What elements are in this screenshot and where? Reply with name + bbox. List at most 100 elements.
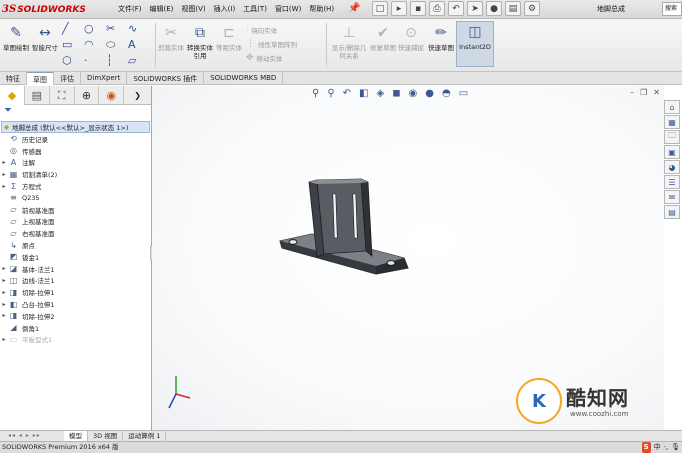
- tab-scroll-arrows-icon[interactable]: ◂◂ ◂ ▸ ▸▸: [8, 432, 60, 441]
- expand-arrow-icon[interactable]: ▸: [0, 159, 8, 166]
- text-icon[interactable]: A: [128, 38, 150, 51]
- display-relations-button[interactable]: ⊥ 显示/删除几何关系: [330, 23, 368, 60]
- menu-help[interactable]: 帮助(H): [305, 4, 338, 14]
- tree-item[interactable]: ▸ ◨ 切除-拉伸1: [0, 286, 151, 298]
- file-explorer-icon[interactable]: 🗀: [664, 130, 680, 144]
- rebuild-icon[interactable]: ●: [486, 1, 502, 16]
- new-icon[interactable]: □: [372, 1, 388, 16]
- expand-arrow-icon[interactable]: ▸: [0, 336, 8, 343]
- display-manager-tab-icon[interactable]: ◉: [99, 86, 125, 105]
- expand-arrow-icon[interactable]: ▸: [0, 277, 8, 284]
- tree-item[interactable]: ⟲ 历史记录: [0, 133, 151, 145]
- tab-motion-study[interactable]: 运动算例 1: [123, 431, 167, 441]
- expand-arrow-icon[interactable]: ▸: [0, 265, 8, 272]
- tree-item[interactable]: ◎ 传感器: [0, 145, 151, 157]
- tree-item[interactable]: ▸ ▦ 切割清单(2): [0, 168, 151, 180]
- ime-logo-icon[interactable]: S: [641, 442, 651, 453]
- menu-view[interactable]: 视图(V): [177, 4, 209, 14]
- tree-item[interactable]: ▸ ◫ 边线-法兰1: [0, 275, 151, 287]
- tab-evaluate[interactable]: 评估: [54, 72, 81, 85]
- tab-dimxpert[interactable]: DimXpert: [81, 72, 128, 85]
- menu-insert[interactable]: 插入(I): [210, 4, 240, 14]
- tree-item[interactable]: ▱ 前视基准面: [0, 204, 151, 216]
- expand-arrow-icon[interactable]: ▸: [0, 289, 8, 296]
- feature-manager-tab-icon[interactable]: ◆: [0, 86, 25, 105]
- custom-properties-icon[interactable]: ☰: [664, 175, 680, 189]
- menu-tools[interactable]: 工具(T): [239, 4, 271, 14]
- expand-arrow-icon[interactable]: ▸: [0, 183, 8, 190]
- tab-features[interactable]: 特征: [0, 72, 27, 85]
- panel-expand-arrow-icon[interactable]: ❯: [124, 86, 151, 105]
- design-library-icon[interactable]: ▦: [664, 115, 680, 129]
- file-properties-icon[interactable]: ▤: [505, 1, 521, 16]
- trim-entities-button[interactable]: ✂ 剪裁实体: [158, 23, 184, 52]
- options-icon[interactable]: ⚙: [524, 1, 540, 16]
- expand-arrow-icon[interactable]: ▸: [0, 312, 8, 319]
- ime-language[interactable]: 中: [654, 442, 661, 453]
- trim-icon[interactable]: ✂: [106, 22, 128, 35]
- search-input[interactable]: 搜索: [662, 2, 682, 16]
- filter-icon[interactable]: ⏷: [0, 105, 151, 119]
- tree-item[interactable]: ▸ ▭ 平板型式1: [0, 334, 151, 346]
- expand-arrow-icon[interactable]: ▸: [0, 301, 8, 308]
- appearances-icon[interactable]: ◕: [664, 160, 680, 174]
- save-icon[interactable]: ▪: [410, 1, 426, 16]
- view-palette-icon[interactable]: ▣: [664, 145, 680, 159]
- menu-edit[interactable]: 编辑(E): [146, 4, 178, 14]
- tree-item[interactable]: ▸ ◧ 凸台-拉伸1: [0, 298, 151, 310]
- select-icon[interactable]: ➤: [467, 1, 483, 16]
- convert-entities-button[interactable]: ⧉ 转换实体引用: [186, 23, 214, 60]
- tab-addins[interactable]: SOLIDWORKS 插件: [127, 72, 205, 85]
- centerline-icon[interactable]: ┆: [106, 54, 128, 67]
- app-logo[interactable]: 3S SOLIDWORKS: [2, 3, 86, 16]
- tab-mbd[interactable]: SOLIDWORKS MBD: [204, 72, 284, 85]
- tree-item[interactable]: ▸ Σ 方程式: [0, 180, 151, 192]
- tree-item[interactable]: ◢ 倒角1: [0, 322, 151, 334]
- ellipse-icon[interactable]: ⬭: [106, 38, 128, 51]
- tree-root-part[interactable]: ◆ 地脚总成 (默认<<默认>_显示状态 1>): [1, 121, 150, 133]
- tree-item[interactable]: ≡ Q235: [0, 192, 151, 204]
- offset-entities-button[interactable]: ⊏ 等距实体: [216, 23, 242, 52]
- undo-icon[interactable]: ↶: [448, 1, 464, 16]
- configuration-manager-tab-icon[interactable]: ⛶: [50, 86, 75, 105]
- linear-pattern-button[interactable]: ⋮ 线性草图阵列: [246, 39, 297, 49]
- toolbox-icon[interactable]: ▤: [664, 205, 680, 219]
- quick-snaps-button[interactable]: ⊙ 快速捕捉: [398, 23, 424, 52]
- polygon-icon[interactable]: ⬡: [62, 54, 84, 67]
- open-icon[interactable]: ▸: [391, 1, 407, 16]
- plane-icon[interactable]: ▱: [128, 54, 150, 67]
- move-entities-button[interactable]: ✥ 移动实体: [246, 53, 283, 63]
- tree-item[interactable]: ▱ 上视基准面: [0, 216, 151, 228]
- tree-item[interactable]: ▱ 右视基准面: [0, 227, 151, 239]
- rapid-sketch-button[interactable]: ✏ 快速草图: [427, 23, 455, 52]
- resources-icon[interactable]: ⌂: [664, 100, 680, 114]
- mirror-entities-button[interactable]: ⫶ 镜向实体: [246, 25, 277, 35]
- line-icon[interactable]: ╱: [62, 22, 84, 35]
- tree-item[interactable]: ◩ 钣金1: [0, 251, 151, 263]
- dimxpert-manager-tab-icon[interactable]: ⊕: [75, 86, 100, 105]
- smart-dimension-button[interactable]: ↔ 智能尺寸: [32, 23, 58, 52]
- sketch-button[interactable]: ✎ 草图绘制: [3, 23, 29, 52]
- tab-model[interactable]: 模型: [64, 431, 88, 441]
- arc-icon[interactable]: ◠: [84, 38, 106, 51]
- tab-3d-views[interactable]: 3D 视图: [88, 431, 124, 441]
- print-icon[interactable]: ⎙: [429, 1, 445, 16]
- property-manager-tab-icon[interactable]: ▤: [25, 86, 50, 105]
- spline-icon[interactable]: ∿: [128, 22, 150, 35]
- tab-sketch[interactable]: 草图: [27, 72, 54, 85]
- expand-arrow-icon[interactable]: ▸: [0, 171, 8, 178]
- tree-item[interactable]: ▸ ◨ 切除-拉伸2: [0, 310, 151, 322]
- microphone-icon[interactable]: 🎙: [671, 442, 680, 453]
- tree-item[interactable]: ↳ 原点: [0, 239, 151, 251]
- circle-icon[interactable]: ○: [84, 22, 106, 35]
- punctuation-icon[interactable]: ·,: [664, 442, 668, 453]
- instant2d-button[interactable]: ◫ Instant2D: [456, 21, 494, 67]
- rectangle-icon[interactable]: ▭: [62, 38, 84, 51]
- tree-item[interactable]: ▸ ◪ 基体-法兰1: [0, 263, 151, 275]
- menu-file[interactable]: 文件(F): [114, 4, 146, 14]
- point-icon[interactable]: ·: [84, 54, 106, 67]
- repair-sketch-button[interactable]: ✔ 修复草图: [370, 23, 396, 52]
- menu-window[interactable]: 窗口(W): [271, 4, 305, 14]
- pin-icon[interactable]: 📌: [348, 3, 360, 14]
- forum-icon[interactable]: ✉: [664, 190, 680, 204]
